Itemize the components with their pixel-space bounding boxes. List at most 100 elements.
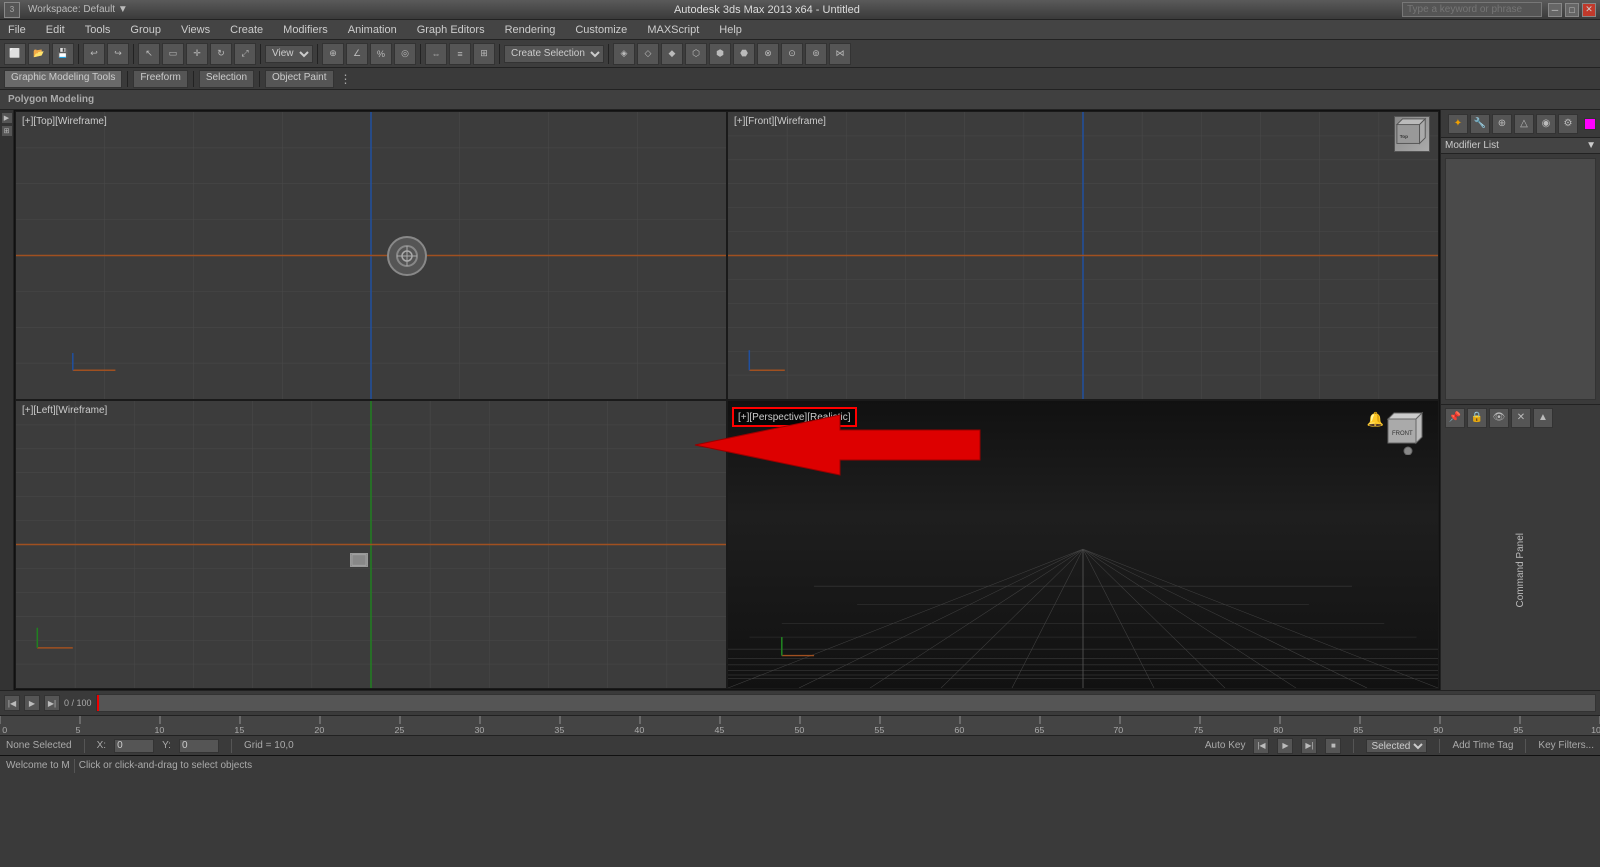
menu-graph-editors[interactable]: Graph Editors xyxy=(413,22,489,38)
create-selection-select[interactable]: Create Selection xyxy=(504,45,604,63)
pin-stack-icon[interactable]: 📌 xyxy=(1445,408,1465,428)
menu-rendering[interactable]: Rendering xyxy=(501,22,560,38)
menu-animation[interactable]: Animation xyxy=(344,22,401,38)
search-input[interactable] xyxy=(1402,2,1542,17)
left-tool-1[interactable]: ⊞ xyxy=(1,125,13,137)
named-sel-1[interactable]: ◈ xyxy=(613,43,635,65)
open-button[interactable]: 📂 xyxy=(28,43,50,65)
utilities-icon[interactable]: ⚙ xyxy=(1558,114,1578,134)
view-select[interactable]: View xyxy=(265,45,313,63)
selection-tab[interactable]: Selection xyxy=(199,70,254,88)
menu-modifiers[interactable]: Modifiers xyxy=(279,22,332,38)
next-key-button[interactable]: ▶| xyxy=(1301,738,1317,754)
viewport-left-label: [+][Left][Wireframe] xyxy=(22,405,107,416)
menu-create[interactable]: Create xyxy=(226,22,267,38)
quick-align[interactable]: ⊞ xyxy=(473,43,495,65)
minimize-button[interactable]: ─ xyxy=(1548,3,1562,17)
create-icon[interactable]: ✦ xyxy=(1448,114,1468,134)
status-sep2 xyxy=(231,739,232,753)
named-sel-9[interactable]: ⊚ xyxy=(805,43,827,65)
save-button[interactable]: 💾 xyxy=(52,43,74,65)
display-icon[interactable]: ◉ xyxy=(1536,114,1556,134)
sep-t2-1 xyxy=(127,71,128,87)
lock-icon[interactable]: 🔒 xyxy=(1467,408,1487,428)
close-button[interactable]: ✕ xyxy=(1582,3,1596,17)
show-icon[interactable]: 👁 xyxy=(1489,408,1509,428)
spinner-snap[interactable]: ◎ xyxy=(394,43,416,65)
select-region-button[interactable]: ▭ xyxy=(162,43,184,65)
undo-button[interactable]: ↩ xyxy=(83,43,105,65)
menu-tools[interactable]: Tools xyxy=(81,22,115,38)
viewport-top[interactable]: [+][Top][Wireframe] xyxy=(15,111,727,400)
color-swatch[interactable] xyxy=(1584,118,1596,130)
named-sel-5[interactable]: ⬢ xyxy=(709,43,731,65)
notification-icon[interactable]: 🔔 xyxy=(1367,411,1384,428)
prev-frame-button[interactable]: |◀ xyxy=(4,695,20,711)
named-sel-2[interactable]: ◇ xyxy=(637,43,659,65)
menu-customize[interactable]: Customize xyxy=(571,22,631,38)
percent-snap[interactable]: % xyxy=(370,43,392,65)
menu-help[interactable]: Help xyxy=(715,22,746,38)
y-input[interactable] xyxy=(179,739,219,753)
add-time-tag[interactable]: Add Time Tag xyxy=(1452,740,1513,751)
prev-key-button[interactable]: |◀ xyxy=(1253,738,1269,754)
select-button[interactable]: ↖ xyxy=(138,43,160,65)
modify-icon[interactable]: 🔧 xyxy=(1470,114,1490,134)
timeline-bar[interactable] xyxy=(96,694,1596,712)
snap-toggle[interactable]: ⊕ xyxy=(322,43,344,65)
key-filters[interactable]: Key Filters... xyxy=(1538,740,1594,751)
menu-edit[interactable]: Edit xyxy=(42,22,69,38)
align-button[interactable]: ≡ xyxy=(449,43,471,65)
viewcube[interactable]: Top xyxy=(1394,116,1434,156)
svg-text:Top: Top xyxy=(1400,134,1408,140)
hierarchy-icon[interactable]: ⊕ xyxy=(1492,114,1512,134)
viewport-perspective[interactable]: [+][Perspective][Realistic] xyxy=(727,400,1439,689)
modifier-list-dropdown-icon[interactable]: ▼ xyxy=(1586,140,1596,151)
scale-button[interactable]: ⤢ xyxy=(234,43,256,65)
new-button[interactable]: ⬜ xyxy=(4,43,26,65)
graphite-tab[interactable]: Graphic Modeling Tools xyxy=(4,70,122,88)
more-options[interactable]: ⋮ xyxy=(340,72,352,86)
menu-views[interactable]: Views xyxy=(177,22,214,38)
angle-snap[interactable]: ∠ xyxy=(346,43,368,65)
workspace-selector[interactable]: Workspace: Default ▼ xyxy=(24,2,132,17)
viewport-top-grid xyxy=(16,112,726,399)
redo-button[interactable]: ↪ xyxy=(107,43,129,65)
stop-button[interactable]: ■ xyxy=(1325,738,1341,754)
play-anim-button[interactable]: ▶ xyxy=(1,112,13,124)
x-label: X: xyxy=(97,740,106,751)
status-sep4 xyxy=(1439,739,1440,753)
play-anim-button[interactable]: ▶ xyxy=(1277,738,1293,754)
x-input[interactable] xyxy=(114,739,154,753)
play-button[interactable]: ▶ xyxy=(24,695,40,711)
named-sel-6[interactable]: ⬣ xyxy=(733,43,755,65)
named-sel-10[interactable]: ⋈ xyxy=(829,43,851,65)
remove-icon[interactable]: ✕ xyxy=(1511,408,1531,428)
object-paint-tab[interactable]: Object Paint xyxy=(265,70,333,88)
viewcube-perspective[interactable]: FRONT xyxy=(1384,407,1432,458)
sep6 xyxy=(499,44,500,64)
named-sel-7[interactable]: ⊗ xyxy=(757,43,779,65)
menu-group[interactable]: Group xyxy=(126,22,165,38)
move-button[interactable]: ✛ xyxy=(186,43,208,65)
svg-text:85: 85 xyxy=(1353,725,1363,734)
maximize-button[interactable]: □ xyxy=(1565,3,1579,17)
viewcube-box[interactable]: Top xyxy=(1394,116,1430,152)
status-sep3 xyxy=(1353,739,1354,753)
freeform-tab[interactable]: Freeform xyxy=(133,70,188,88)
named-sel-8[interactable]: ⊙ xyxy=(781,43,803,65)
named-sel-4[interactable]: ⬡ xyxy=(685,43,707,65)
time-ruler-svg: 0 5 10 15 20 25 30 35 40 45 50 55 60 xyxy=(0,716,1600,736)
mode-select[interactable]: Selected xyxy=(1366,739,1427,753)
named-sel-3[interactable]: ◆ xyxy=(661,43,683,65)
menu-file[interactable]: File xyxy=(4,22,30,38)
menu-maxscript[interactable]: MAXScript xyxy=(643,22,703,38)
mirror-button[interactable]: ⇔ xyxy=(425,43,447,65)
move-up-icon[interactable]: ▲ xyxy=(1533,408,1553,428)
viewport-left[interactable]: [+][Left][Wireframe] xyxy=(15,400,727,689)
rotate-button[interactable]: ↻ xyxy=(210,43,232,65)
autokey-label: Auto Key xyxy=(1205,740,1246,751)
motion-icon[interactable]: △ xyxy=(1514,114,1534,134)
next-frame-button[interactable]: ▶| xyxy=(44,695,60,711)
viewport-front[interactable]: [+][Front][Wireframe] xyxy=(727,111,1439,400)
